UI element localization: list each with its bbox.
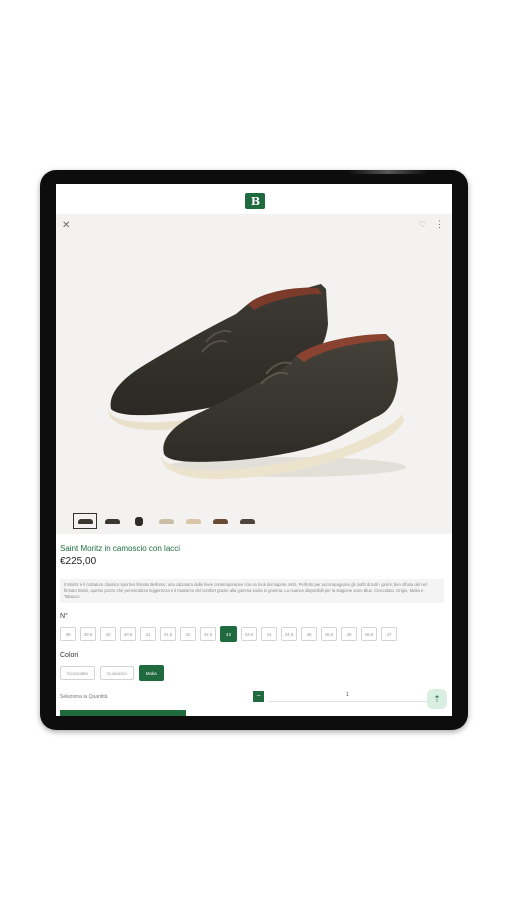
quantity-value[interactable]: 1 <box>346 692 349 698</box>
size-selector: 39 39.5 40 40.5 41 41.5 42 42.5 43 43.5 … <box>60 626 397 642</box>
size-option[interactable]: 43.5 <box>241 627 257 641</box>
product-description: Il Moritz è il calzaturo classico sporti… <box>60 579 444 603</box>
tablet-frame: B ✕ ♡ ⋮ Saint Moritz in camoscio con lac… <box>40 170 468 730</box>
thumbnail-strip <box>73 513 258 529</box>
color-option[interactable]: Cioccolato <box>60 666 96 680</box>
quantity-field-underline <box>268 701 428 702</box>
thumbnail[interactable] <box>182 514 204 528</box>
quantity-decrement-button[interactable]: − <box>253 691 264 702</box>
size-option[interactable]: 41.5 <box>160 627 176 641</box>
tablet-bezel-highlight <box>348 170 428 174</box>
size-option[interactable]: 40 <box>100 627 116 641</box>
add-to-cart-button[interactable] <box>60 710 186 716</box>
thumbnail[interactable] <box>101 514 123 528</box>
color-option[interactable]: Cuoiaccio <box>100 666 134 680</box>
more-vert-icon[interactable]: ⋮ <box>435 219 444 230</box>
logo-mark: B <box>250 194 260 208</box>
size-option[interactable]: 44 <box>261 627 277 641</box>
size-option[interactable]: 39 <box>60 627 76 641</box>
product-hero-image[interactable] <box>56 214 452 534</box>
heart-icon[interactable]: ♡ <box>419 220 426 229</box>
close-icon[interactable]: ✕ <box>62 220 70 231</box>
brand-logo[interactable]: B <box>245 193 265 209</box>
thumbnail[interactable] <box>73 513 97 529</box>
color-label: Colori <box>60 652 79 659</box>
color-selector: Cioccolato Cuoiaccio Moka <box>60 665 164 681</box>
size-option[interactable]: 40.5 <box>120 627 136 641</box>
size-option[interactable]: 42 <box>180 627 196 641</box>
size-label: N° <box>60 613 68 620</box>
top-bar: B <box>56 184 452 214</box>
image-toolbar: ✕ ♡ ⋮ <box>56 219 452 234</box>
size-option-selected[interactable]: 43 <box>220 626 237 642</box>
app-screen: B ✕ ♡ ⋮ Saint Moritz in camoscio con lac… <box>56 184 452 716</box>
size-option[interactable]: 46.5 <box>361 627 377 641</box>
thumbnail[interactable] <box>236 514 258 528</box>
thumbnail[interactable] <box>209 514 231 528</box>
size-option[interactable]: 39.5 <box>80 627 96 641</box>
size-option[interactable]: 45.5 <box>321 627 337 641</box>
scroll-top-button[interactable]: ⇡ <box>427 689 447 709</box>
thumbnail[interactable] <box>128 514 150 528</box>
product-title: Saint Moritz in camoscio con lacci <box>60 544 181 553</box>
quantity-label: Seleziona la Quantità <box>60 694 108 700</box>
size-option[interactable]: 42.5 <box>200 627 216 641</box>
product-price: €225,00 <box>60 556 97 567</box>
size-option[interactable]: 46 <box>341 627 357 641</box>
size-option[interactable]: 41 <box>140 627 156 641</box>
arrow-up-icon: ⇡ <box>433 693 441 704</box>
size-option[interactable]: 45 <box>301 627 317 641</box>
color-option-selected[interactable]: Moka <box>138 665 164 681</box>
size-option[interactable]: 44.5 <box>281 627 297 641</box>
shoe-illustration <box>108 284 406 479</box>
size-option[interactable]: 47 <box>381 627 397 641</box>
thumbnail[interactable] <box>155 514 177 528</box>
